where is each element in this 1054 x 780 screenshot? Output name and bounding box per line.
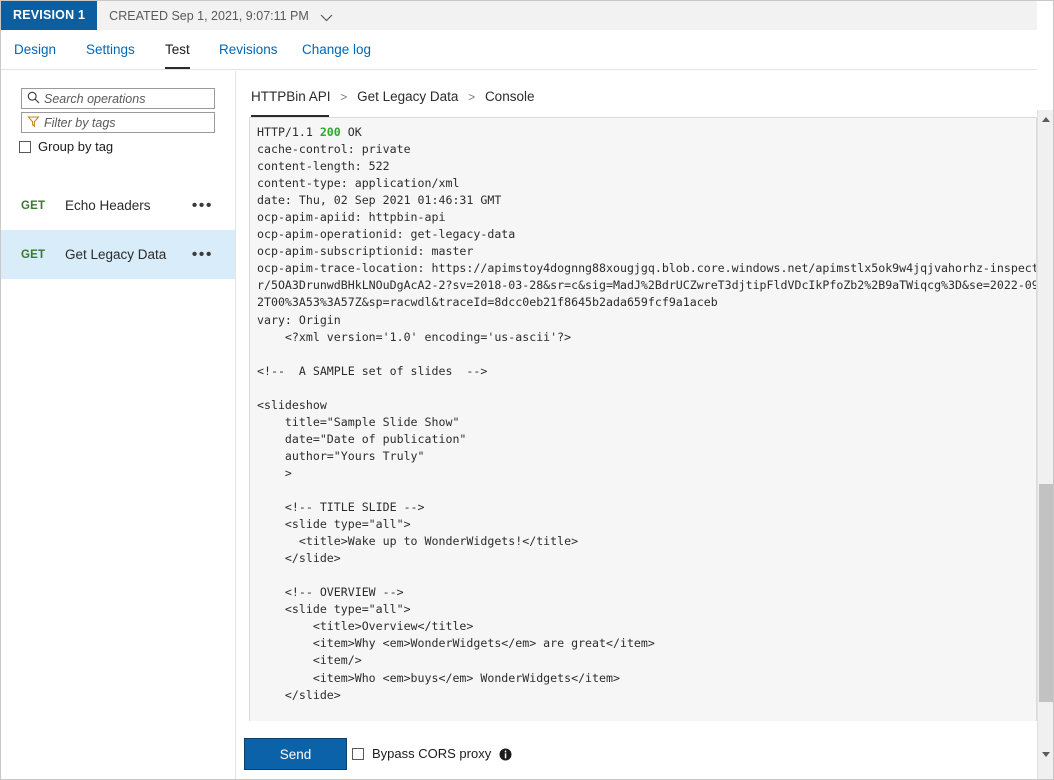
bypass-cors-proxy-label: Bypass CORS proxy	[372, 746, 491, 761]
operations-list: GET Echo Headers ••• GET Get Legacy Data…	[1, 181, 235, 279]
filter-input[interactable]	[44, 116, 202, 130]
page-scrollbar[interactable]	[1037, 1, 1053, 780]
tab-revisions[interactable]: Revisions	[219, 30, 278, 69]
response-output-box[interactable]: HTTP/1.1 200 OK cache-control: private c…	[249, 117, 1037, 780]
status-text: OK	[341, 125, 362, 139]
breadcrumb-item-console: Console	[485, 89, 535, 104]
info-icon[interactable]	[499, 748, 512, 761]
filter-by-tags-field[interactable]	[21, 112, 215, 133]
operation-item-echo-headers[interactable]: GET Echo Headers •••	[1, 181, 235, 230]
api-management-test-console: REVISION 1 CREATED Sep 1, 2021, 9:07:11 …	[0, 0, 1054, 780]
breadcrumb-item-operation[interactable]: Get Legacy Data	[357, 89, 458, 104]
breadcrumb-separator: >	[468, 90, 475, 104]
tab-test[interactable]: Test	[165, 30, 190, 69]
status-line-prefix: HTTP/1.1	[257, 125, 320, 139]
breadcrumb-separator: >	[340, 90, 347, 104]
operation-overflow-icon[interactable]: •••	[192, 201, 213, 211]
search-operations-field[interactable]	[21, 88, 215, 109]
search-input[interactable]	[44, 92, 202, 106]
group-by-tag-label: Group by tag	[38, 139, 113, 154]
operations-sidebar: Group by tag GET Echo Headers ••• GET Ge…	[1, 71, 236, 780]
operation-method: GET	[21, 249, 45, 261]
scroll-up-arrow-icon[interactable]	[1038, 111, 1053, 128]
breadcrumb: HTTPBin API > Get Legacy Data > Console	[251, 89, 534, 104]
response-body: cache-control: private content-length: 5…	[257, 142, 1037, 702]
revision-created-text: CREATED Sep 1, 2021, 9:07:11 PM	[109, 9, 309, 23]
revision-badge: REVISION 1	[1, 1, 97, 30]
chevron-down-icon[interactable]	[318, 9, 335, 26]
bypass-cors-proxy-control[interactable]: Bypass CORS proxy	[352, 746, 512, 761]
operation-method: GET	[21, 200, 45, 212]
tab-design[interactable]: Design	[14, 30, 56, 69]
search-icon	[27, 91, 40, 107]
group-by-tag-control[interactable]: Group by tag	[19, 139, 113, 154]
operation-name: Echo Headers	[65, 198, 151, 213]
operation-overflow-icon[interactable]: •••	[192, 250, 213, 260]
scrollbar-top-gap	[1037, 1, 1054, 110]
send-button[interactable]: Send	[244, 738, 347, 770]
status-code: 200	[320, 125, 341, 139]
tab-settings[interactable]: Settings	[86, 30, 135, 69]
response-text: HTTP/1.1 200 OK cache-control: private c…	[257, 124, 1027, 704]
console-pane: HTTPBin API > Get Legacy Data > Console …	[237, 71, 1039, 780]
tab-strip: Design Settings Test Revisions Change lo…	[1, 30, 1053, 70]
scroll-down-arrow-icon[interactable]	[1038, 746, 1053, 763]
funnel-icon	[27, 115, 40, 131]
group-by-tag-checkbox[interactable]	[19, 141, 31, 153]
breadcrumb-item-api[interactable]: HTTPBin API	[251, 89, 331, 104]
revision-bar: REVISION 1 CREATED Sep 1, 2021, 9:07:11 …	[1, 1, 1053, 30]
bypass-cors-proxy-checkbox[interactable]	[352, 748, 364, 760]
console-footer: Send Bypass CORS proxy	[237, 721, 1039, 780]
scrollbar-thumb[interactable]	[1039, 484, 1053, 702]
operation-item-get-legacy-data[interactable]: GET Get Legacy Data •••	[1, 230, 235, 279]
operation-name: Get Legacy Data	[65, 247, 166, 262]
tab-change-log[interactable]: Change log	[302, 30, 371, 69]
